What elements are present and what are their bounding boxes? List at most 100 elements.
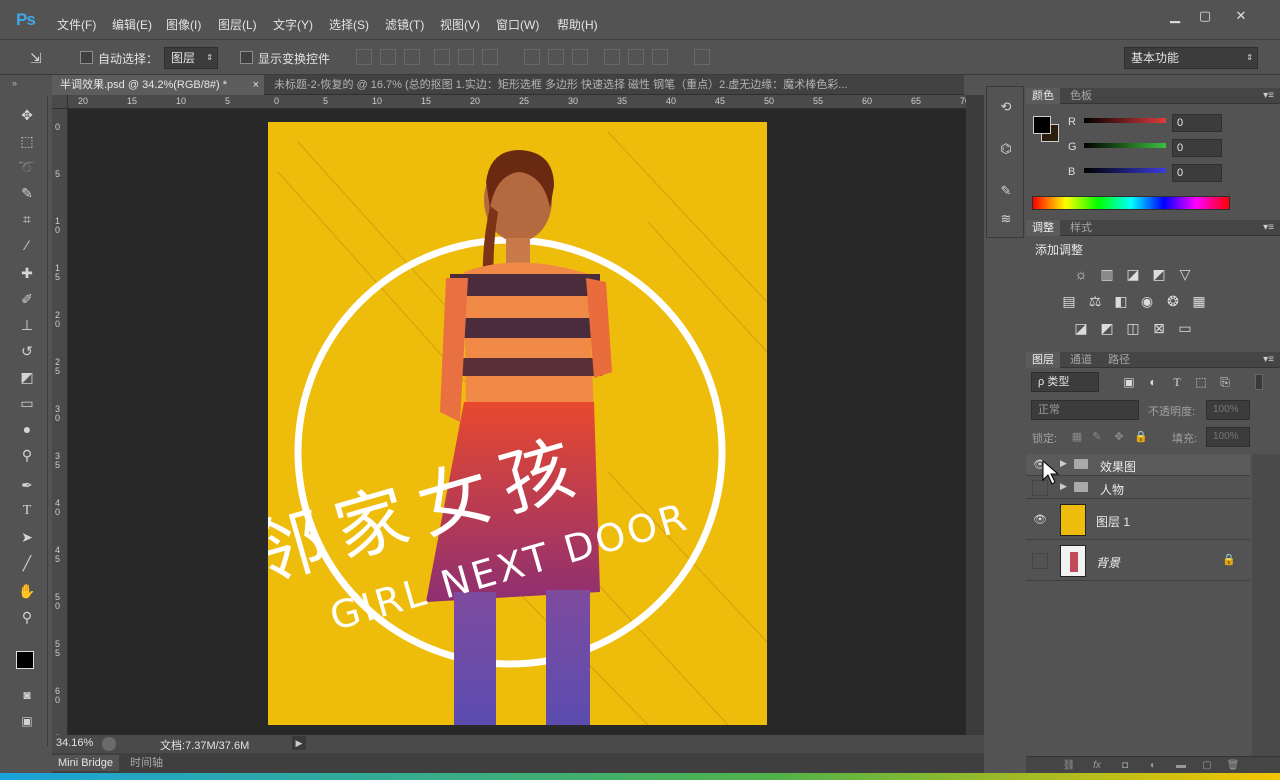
lock-pixels-icon[interactable]: ✎ [1088,428,1106,446]
tab-paths[interactable]: 路径 [1102,352,1136,368]
auto-select-checkbox[interactable] [80,51,93,64]
distribute-top-icon[interactable] [524,49,540,65]
tab-adjustments[interactable]: 调整 [1026,220,1060,236]
black-white-icon[interactable]: ◧ [1112,292,1130,310]
hue-saturation-icon[interactable]: ▤ [1060,292,1078,310]
tab-styles[interactable]: 样式 [1064,220,1098,236]
healing-brush-tool-icon[interactable]: ✚ [16,262,38,284]
tab-mini-bridge[interactable]: Mini Bridge [52,755,120,771]
b-value[interactable]: 0 [1172,164,1222,182]
b-slider[interactable] [1084,168,1166,173]
minimize-button[interactable]: ▁ [1160,6,1190,26]
color-foreground-swatch[interactable] [1033,116,1051,134]
channel-mixer-icon[interactable]: ❂ [1164,292,1182,310]
opacity-input[interactable]: 100% [1206,400,1250,420]
screen-mode-icon[interactable]: ▣ [16,710,38,732]
brightness-icon[interactable]: ☼ [1072,265,1090,283]
collapse-toolbar-icon[interactable]: » [12,78,17,88]
visibility-toggle[interactable] [1032,553,1048,569]
tab-timeline[interactable]: 时间轴 [124,755,169,771]
clone-stamp-tool-icon[interactable]: ⊥ [16,314,38,336]
panel-menu-icon[interactable]: ▾≡ [1263,88,1274,104]
layer-row-layer1[interactable]: 👁 图层 1 [1026,500,1250,540]
menu-filter[interactable]: 滤镜(T) [385,16,424,34]
filter-smart-object-icon[interactable]: ⎘ [1216,373,1234,391]
layer-row-background[interactable]: 背景 🔒 [1026,541,1250,581]
distribute-hcenter-icon[interactable] [628,49,644,65]
vibrance-icon[interactable]: ▽ [1176,265,1194,283]
distribute-right-icon[interactable] [652,49,668,65]
status-arrow-icon[interactable]: ▶ [292,736,306,750]
color-lookup-icon[interactable]: ▦ [1190,292,1208,310]
r-value[interactable]: 0 [1172,114,1222,132]
color-spectrum-bar[interactable] [1032,196,1230,210]
tab-layers[interactable]: 图层 [1026,352,1060,368]
menu-select[interactable]: 选择(S) [329,16,369,34]
blend-mode-dropdown[interactable]: 正常 [1031,400,1139,420]
tab-color[interactable]: 颜色 [1026,88,1060,104]
tab-swatches[interactable]: 色板 [1064,88,1098,104]
menu-view[interactable]: 视图(V) [440,16,480,34]
brush-tool-icon[interactable]: ✐ [16,288,38,310]
r-slider[interactable] [1084,118,1166,123]
marquee-tool-icon[interactable]: ⬚ [16,130,38,152]
workspace-dropdown[interactable]: 基本功能 ⇕ [1124,47,1258,69]
threshold-icon[interactable]: ◫ [1124,319,1142,337]
layers-scrollbar[interactable] [1252,454,1280,756]
zoom-level[interactable]: 34.16% [56,737,93,749]
history-brush-tool-icon[interactable]: ↺ [16,340,38,362]
align-right-icon[interactable] [482,49,498,65]
pen-tool-icon[interactable]: ✒ [16,474,38,496]
distribute-bottom-icon[interactable] [572,49,588,65]
align-top-icon[interactable] [356,49,372,65]
crop-tool-icon[interactable]: ⌗ [16,208,38,230]
ruler-corner[interactable] [52,95,68,109]
canvas-vertical-scrollbar[interactable] [966,95,984,735]
tab-close-icon[interactable]: × [253,75,259,95]
horizontal-ruler[interactable]: 20 15 10 5 0 5 10 15 20 25 30 35 40 45 50 55 60 65 70 [68,95,970,109]
distribute-left-icon[interactable] [604,49,620,65]
line-tool-icon[interactable]: ╱ [16,552,38,574]
restore-button[interactable]: ▢ [1190,6,1220,26]
eraser-tool-icon[interactable]: ◩ [16,366,38,388]
lock-transparent-icon[interactable]: ▦ [1068,428,1086,446]
zoom-tool-icon[interactable]: ⚲ [16,606,38,628]
expand-arrow-icon[interactable]: ▶ [1060,458,1067,469]
tab-channels[interactable]: 通道 [1064,352,1098,368]
type-tool-icon[interactable]: T [16,500,38,522]
quick-mask-icon[interactable]: ◙ [16,684,38,706]
document-artwork[interactable]: 邻家女孩 GIRL NEXT DOOR [268,122,767,725]
color-balance-icon[interactable]: ⚖ [1086,292,1104,310]
fill-input[interactable]: 100% [1206,427,1250,447]
g-value[interactable]: 0 [1172,139,1222,157]
tab-other-document[interactable]: 未标题-2-恢复的 @ 16.7% (总的抠图 1.实边：矩形选框 多边形 快速… [268,75,964,95]
gradient-map-icon[interactable]: ▭ [1176,319,1194,337]
menu-edit[interactable]: 编辑(E) [112,16,152,34]
align-vcenter-icon[interactable] [380,49,396,65]
lock-all-icon[interactable]: 🔒 [1132,428,1150,446]
filter-shape-icon[interactable]: ⬚ [1192,373,1210,391]
status-menu-icon[interactable] [102,737,116,751]
menu-help[interactable]: 帮助(H) [557,16,598,34]
layer-filter-dropdown[interactable]: ρ 类型 [1031,372,1099,392]
align-left-icon[interactable] [434,49,450,65]
menu-file[interactable]: 文件(F) [57,16,96,34]
photo-filter-icon[interactable]: ◉ [1138,292,1156,310]
auto-align-icon[interactable] [694,49,710,65]
path-selection-tool-icon[interactable]: ➤ [16,526,38,548]
brush-presets-icon[interactable]: ≋ [996,209,1016,229]
quick-select-tool-icon[interactable]: ✎ [16,182,38,204]
distribute-vcenter-icon[interactable] [548,49,564,65]
history-panel-icon[interactable]: ⟲ [996,97,1016,117]
menu-image[interactable]: 图像(I) [166,16,201,34]
eyedropper-tool-icon[interactable]: ⁄ [16,234,38,256]
blur-tool-icon[interactable]: ● [16,418,38,440]
vertical-ruler[interactable]: 05101520253035404550556065 [52,109,68,752]
show-transform-checkbox[interactable] [240,51,253,64]
tab-active-document[interactable]: 半调效果.psd @ 34.2%(RGB/8#) * × [52,75,264,95]
menu-type[interactable]: 文字(Y) [273,16,313,34]
panel-menu-icon[interactable]: ▾≡ [1263,220,1274,236]
expand-arrow-icon[interactable]: ▶ [1060,481,1067,492]
auto-select-dropdown[interactable]: 图层 ⇕ [164,47,218,69]
move-tool-preset-icon[interactable]: ⇲ [30,50,42,67]
